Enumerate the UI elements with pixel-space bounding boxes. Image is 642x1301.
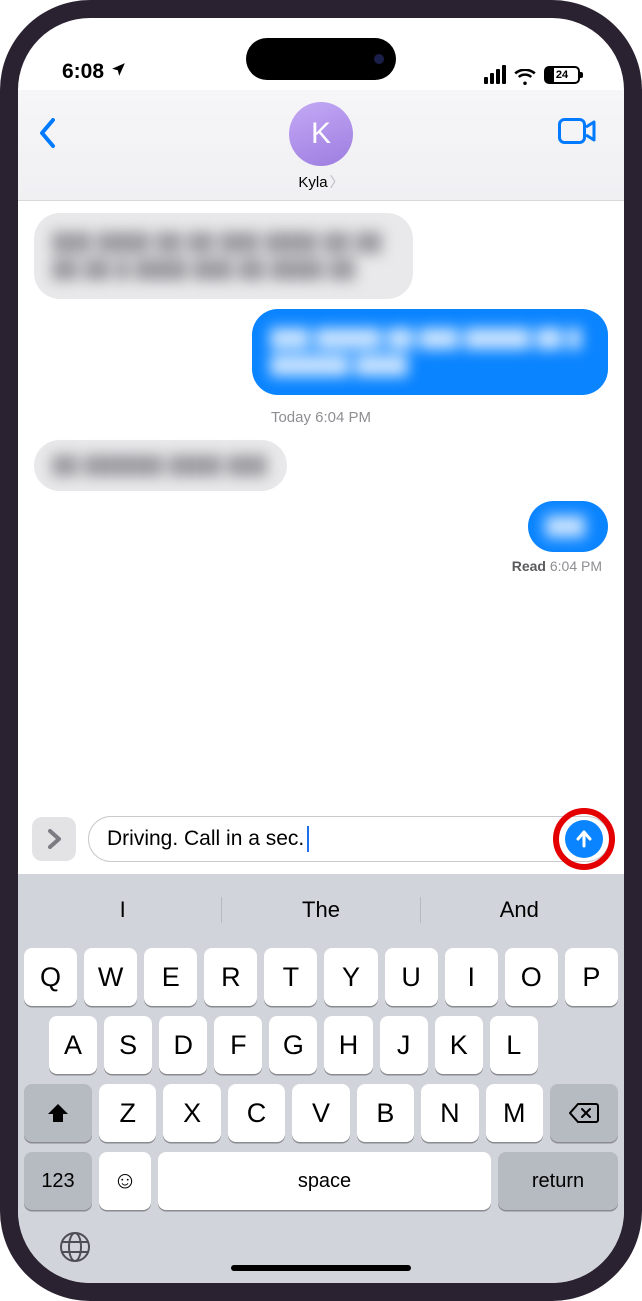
key-row-4: 123 ☺ space return xyxy=(24,1152,618,1210)
key-e[interactable]: E xyxy=(144,948,197,1006)
location-icon xyxy=(110,60,127,84)
phone-screen: 6:08 24 xyxy=(18,18,624,1283)
symbols-key[interactable]: 123 xyxy=(24,1152,92,1210)
shift-key[interactable] xyxy=(24,1084,92,1142)
home-indicator[interactable] xyxy=(231,1265,411,1271)
delete-key[interactable] xyxy=(550,1084,618,1142)
space-key[interactable]: space xyxy=(158,1152,491,1210)
redacted-text: ███ ████ ██ ██ ███ ████ ██ ████ ██ █ ███… xyxy=(52,229,395,283)
key-f[interactable]: F xyxy=(214,1016,262,1074)
key-v[interactable]: V xyxy=(292,1084,349,1142)
message-text-field[interactable]: Driving. Call in a sec. xyxy=(88,816,610,862)
conversation-header: K Kyla 〉 xyxy=(18,90,624,201)
message-sent[interactable]: ███ xyxy=(528,501,608,552)
key-l[interactable]: L xyxy=(490,1016,538,1074)
contact-name-button[interactable]: Kyla 〉 xyxy=(298,172,343,192)
prediction-1[interactable]: I xyxy=(24,897,222,923)
key-h[interactable]: H xyxy=(324,1016,372,1074)
redacted-text: ███ xyxy=(546,513,590,540)
message-text: Driving. Call in a sec. xyxy=(107,827,304,851)
emoji-key[interactable]: ☺ xyxy=(99,1152,151,1210)
prediction-bar: I The And xyxy=(24,882,618,938)
key-s[interactable]: S xyxy=(104,1016,152,1074)
key-d[interactable]: D xyxy=(159,1016,207,1074)
key-row-2: A S D F G H J K L xyxy=(24,1016,618,1074)
prediction-2[interactable]: The xyxy=(222,897,420,923)
key-g[interactable]: G xyxy=(269,1016,317,1074)
key-n[interactable]: N xyxy=(421,1084,478,1142)
avatar-initial: K xyxy=(311,117,331,151)
message-received[interactable]: ██ ██████ ████ ███ xyxy=(34,440,287,491)
send-button[interactable] xyxy=(565,820,603,858)
key-row-1: Q W E R T Y U I O P xyxy=(24,948,618,1006)
key-t[interactable]: T xyxy=(264,948,317,1006)
cellular-icon xyxy=(484,65,506,84)
timestamp-label: Today 6:04 PM xyxy=(271,409,371,426)
key-j[interactable]: J xyxy=(380,1016,428,1074)
dynamic-island xyxy=(246,38,396,80)
key-row-3: Z X C V B N M xyxy=(24,1084,618,1142)
key-a[interactable]: A xyxy=(49,1016,97,1074)
globe-icon[interactable] xyxy=(58,1230,92,1269)
message-received[interactable]: ███ ████ ██ ██ ███ ████ ██ ████ ██ █ ███… xyxy=(34,213,413,299)
key-u[interactable]: U xyxy=(385,948,438,1006)
key-o[interactable]: O xyxy=(505,948,558,1006)
message-sent[interactable]: ███ █████ ██ ███ █████ ██ ███████ ████ xyxy=(252,309,608,395)
battery-icon: 24 xyxy=(544,66,580,84)
text-cursor xyxy=(307,826,309,852)
contact-avatar[interactable]: K xyxy=(289,102,353,166)
conversation-thread[interactable]: ███ ████ ██ ██ ███ ████ ██ ████ ██ █ ███… xyxy=(18,201,624,806)
key-k[interactable]: K xyxy=(435,1016,483,1074)
return-key[interactable]: return xyxy=(498,1152,618,1210)
message-input-row: Driving. Call in a sec. xyxy=(18,806,624,874)
key-p[interactable]: P xyxy=(565,948,618,1006)
read-receipt: Read 6:04 PM xyxy=(512,558,608,574)
status-time: 6:08 xyxy=(62,60,104,84)
prediction-3[interactable]: And xyxy=(421,897,618,923)
chevron-right-icon: 〉 xyxy=(330,172,344,192)
wifi-icon xyxy=(514,67,536,83)
apps-expand-button[interactable] xyxy=(32,817,76,861)
key-y[interactable]: Y xyxy=(324,948,377,1006)
key-w[interactable]: W xyxy=(84,948,137,1006)
back-button[interactable] xyxy=(38,118,58,157)
key-c[interactable]: C xyxy=(228,1084,285,1142)
facetime-button[interactable] xyxy=(558,118,596,149)
key-i[interactable]: I xyxy=(445,948,498,1006)
key-z[interactable]: Z xyxy=(99,1084,156,1142)
contact-name-label: Kyla xyxy=(298,174,327,191)
keyboard: I The And Q W E R T Y U I O P A S D F xyxy=(18,874,624,1283)
redacted-text: ███ █████ ██ ███ █████ ██ ███████ ████ xyxy=(270,325,590,379)
key-b[interactable]: B xyxy=(357,1084,414,1142)
key-m[interactable]: M xyxy=(486,1084,543,1142)
redacted-text: ██ ██████ ████ ███ xyxy=(52,452,269,479)
key-x[interactable]: X xyxy=(163,1084,220,1142)
key-r[interactable]: R xyxy=(204,948,257,1006)
key-q[interactable]: Q xyxy=(24,948,77,1006)
